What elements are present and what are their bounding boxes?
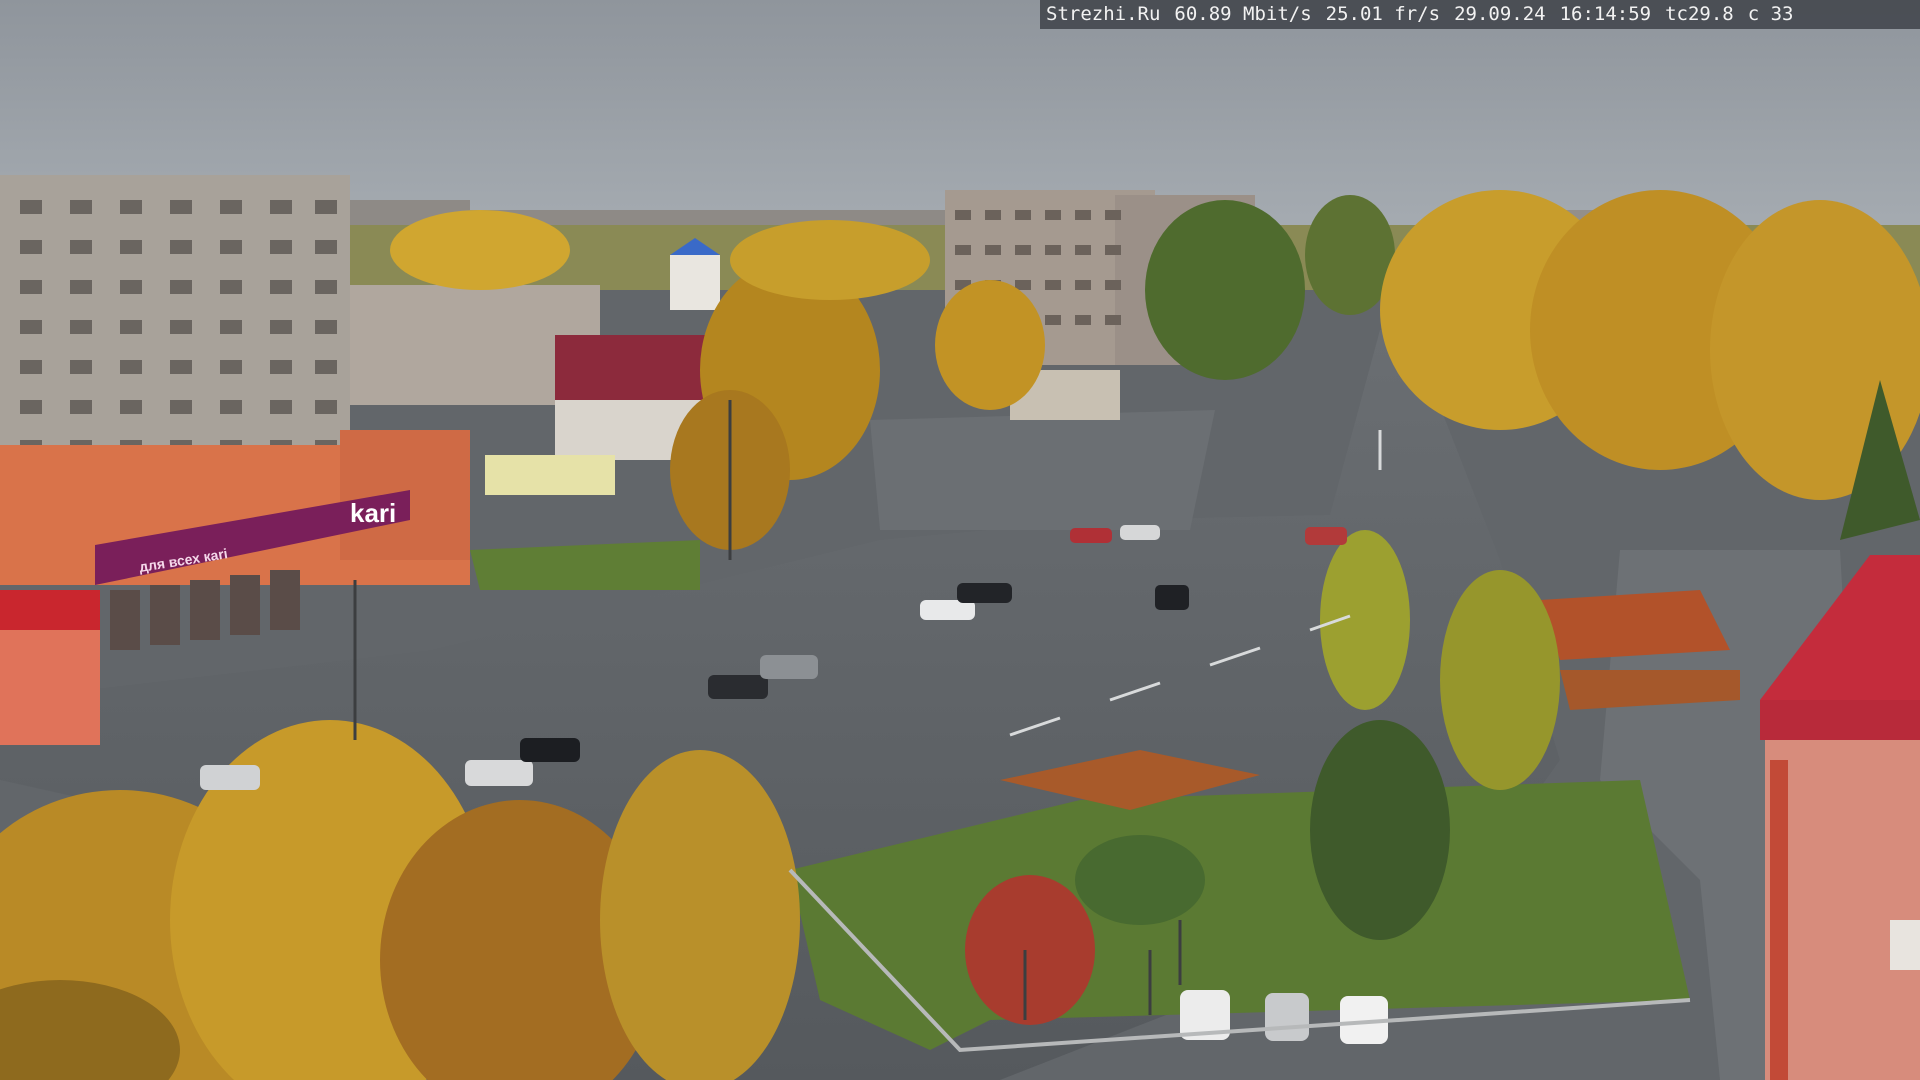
camera-osd-bar: Strezhi.Ru 60.89 Mbit/s 25.01 fr/s 29.09.24…	[1040, 0, 1920, 29]
osd-time: 16:14:59	[1559, 3, 1652, 25]
osd-framerate: 25.01 fr/s	[1325, 3, 1441, 25]
osd-temp: tc29.8	[1665, 3, 1734, 25]
car	[760, 655, 818, 679]
car	[1155, 585, 1189, 610]
city-view: kari для всех кari	[0, 0, 1920, 1080]
car	[1120, 525, 1160, 540]
webcam-scene: kari для всех кari Strezhi.Ru 60.89 Mbit…	[0, 0, 1920, 1080]
osd-date: 29.09.24	[1454, 3, 1546, 25]
kari-sign-text: kari	[350, 498, 396, 528]
flower-bed-right	[1540, 590, 1730, 660]
car	[465, 760, 533, 786]
car	[957, 583, 1012, 603]
car	[1070, 528, 1112, 543]
osd-channel: c 33	[1747, 3, 1794, 25]
car	[1305, 527, 1347, 545]
osd-site: Strezhi.Ru	[1046, 3, 1161, 25]
car	[520, 738, 580, 762]
parking-square	[870, 410, 1215, 530]
car	[200, 765, 260, 790]
car	[1265, 993, 1309, 1041]
osd-bitrate: 60.89 Mbit/s	[1174, 3, 1312, 25]
car	[708, 675, 768, 699]
